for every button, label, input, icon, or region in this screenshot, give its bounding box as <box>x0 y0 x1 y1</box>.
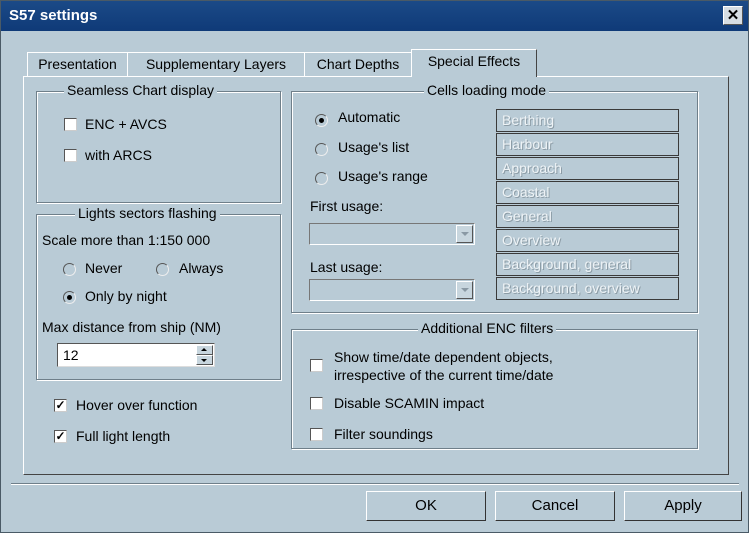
last-usage-label: Last usage: <box>310 259 383 275</box>
time-dependent-label-line2[interactable]: irrespective of the current time/date <box>334 367 553 383</box>
full-light-length-checkbox[interactable]: ✓ <box>54 430 67 443</box>
scale-label: Scale more than 1:150 000 <box>42 232 211 248</box>
tab-presentation[interactable]: Presentation <box>27 52 128 76</box>
tab-chart-depths[interactable]: Chart Depths <box>304 52 412 76</box>
full-light-length-label[interactable]: Full light length <box>76 428 170 444</box>
with-arcs-checkbox[interactable] <box>64 149 77 162</box>
usages-range-label[interactable]: Usage's range <box>338 168 428 184</box>
last-usage-select[interactable] <box>309 279 475 301</box>
usage-item-general: General <box>496 205 679 228</box>
automatic-label[interactable]: Automatic <box>338 109 400 125</box>
window-title: S57 settings <box>9 7 98 24</box>
tab-supplementary-layers[interactable]: Supplementary Layers <box>127 52 305 76</box>
only-by-night-radio[interactable] <box>63 291 76 304</box>
always-label[interactable]: Always <box>179 260 223 276</box>
disable-scamin-checkbox[interactable] <box>310 397 323 410</box>
never-label[interactable]: Never <box>85 260 122 276</box>
max-distance-value[interactable]: 12 <box>63 347 79 363</box>
usage-item-background-general: Background, general <box>496 253 679 276</box>
only-by-night-label[interactable]: Only by night <box>85 288 167 304</box>
always-radio[interactable] <box>156 263 169 276</box>
usages-list-radio[interactable] <box>315 143 328 156</box>
apply-button[interactable]: Apply <box>624 491 742 521</box>
usage-item-coastal: Coastal <box>496 181 679 204</box>
filter-soundings-checkbox[interactable] <box>310 428 323 441</box>
filter-soundings-label[interactable]: Filter soundings <box>334 426 433 442</box>
usages-range-radio[interactable] <box>315 172 328 185</box>
usage-item-overview: Overview <box>496 229 679 252</box>
usage-item-background-overview: Background, overview <box>496 277 679 300</box>
hover-function-label[interactable]: Hover over function <box>76 397 197 413</box>
title-bar[interactable]: S57 settings ✕ <box>1 1 748 31</box>
automatic-radio[interactable] <box>315 114 328 127</box>
disable-scamin-label[interactable]: Disable SCAMIN impact <box>334 395 484 411</box>
spin-up-icon[interactable] <box>196 345 213 355</box>
usage-item-berthing: Berthing <box>496 109 679 132</box>
cells-group-title: Cells loading mode <box>424 82 550 98</box>
usage-item-harbour: Harbour <box>496 133 679 156</box>
enc-avcs-label[interactable]: ENC + AVCS <box>85 116 167 132</box>
first-usage-label: First usage: <box>310 198 384 214</box>
enc-avcs-checkbox[interactable] <box>64 118 77 131</box>
close-button[interactable]: ✕ <box>723 6 743 25</box>
hover-function-checkbox[interactable]: ✓ <box>54 399 67 412</box>
ok-button[interactable]: OK <box>366 491 486 521</box>
max-distance-spinner[interactable]: 12 <box>57 343 215 367</box>
seamless-group-title: Seamless Chart display <box>64 82 218 98</box>
usage-item-approach: Approach <box>496 157 679 180</box>
button-separator <box>11 483 739 485</box>
filters-group-title: Additional ENC filters <box>418 320 557 336</box>
time-dependent-checkbox[interactable] <box>310 359 323 372</box>
lights-group-title: Lights sectors flashing <box>75 205 220 221</box>
with-arcs-label[interactable]: with ARCS <box>85 147 152 163</box>
chevron-down-icon[interactable] <box>456 281 473 299</box>
settings-dialog: S57 settings ✕ Presentation Supplementar… <box>0 0 749 533</box>
tab-special-effects[interactable]: Special Effects <box>411 49 537 77</box>
never-radio[interactable] <box>63 263 76 276</box>
time-dependent-label-line1[interactable]: Show time/date dependent objects, <box>334 349 553 365</box>
spin-down-icon[interactable] <box>196 355 213 365</box>
cancel-button[interactable]: Cancel <box>495 491 615 521</box>
max-distance-label: Max distance from ship (NM) <box>42 319 221 335</box>
seamless-group: Seamless Chart display <box>36 82 281 203</box>
first-usage-select[interactable] <box>309 223 475 245</box>
usages-list-label[interactable]: Usage's list <box>338 139 409 155</box>
chevron-down-icon[interactable] <box>456 225 473 243</box>
